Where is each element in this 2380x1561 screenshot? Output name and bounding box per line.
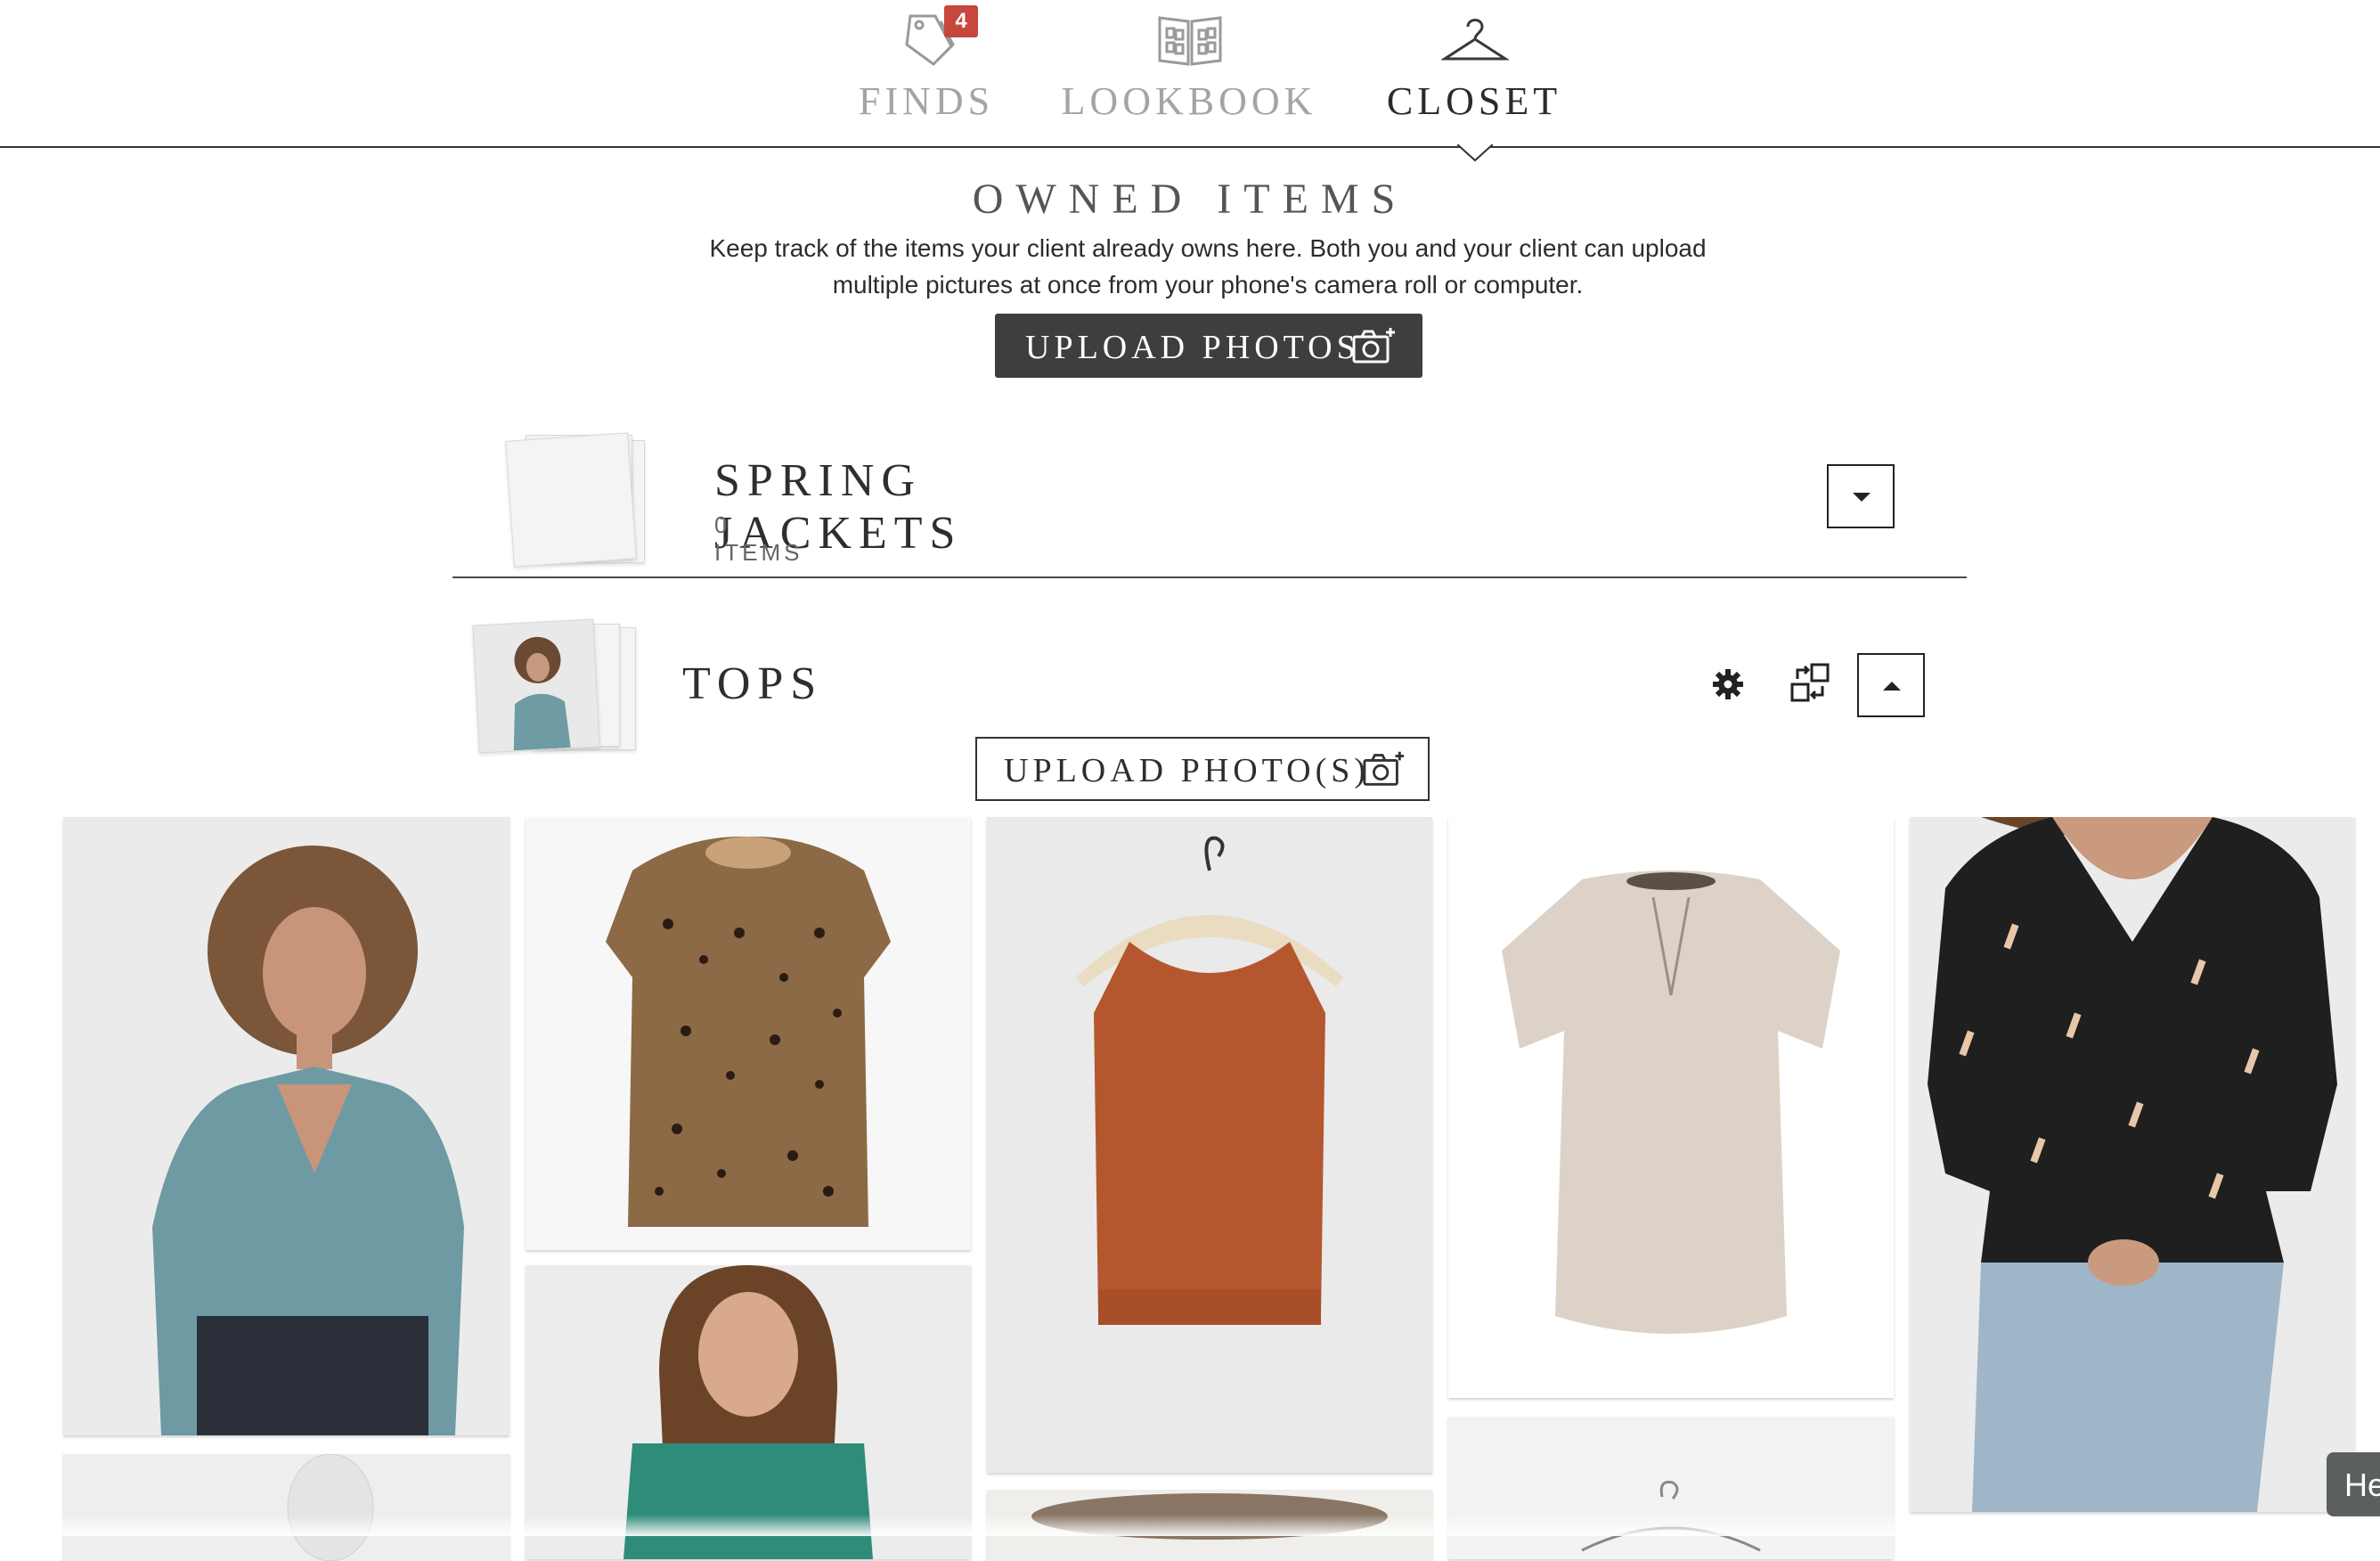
product-card[interactable]: [526, 817, 971, 1250]
product-card[interactable]: [63, 1454, 509, 1561]
camera-plus-icon: [1352, 328, 1395, 364]
move-items-button[interactable]: [1789, 661, 1831, 704]
help-button[interactable]: He: [2327, 1452, 2380, 1516]
product-card[interactable]: [987, 817, 1432, 1473]
upload-photo-s-button[interactable]: UPLOAD PHOTO(S): [975, 737, 1430, 801]
page-title: OWNED ITEMS: [972, 176, 1408, 223]
upload-photos-label: UPLOAD PHOTOS: [1025, 329, 1360, 366]
lookbook-icon: [1158, 16, 1222, 66]
product-image: [1448, 1417, 1894, 1559]
product-card[interactable]: [1448, 817, 1894, 1398]
tab-finds[interactable]: 4 FINDS: [828, 0, 1024, 125]
product-image: [526, 817, 971, 1250]
chevron-down-icon: [1853, 493, 1871, 502]
collection-item-count: 0 ITEMS: [714, 511, 803, 567]
swap-icon: [1790, 663, 1830, 702]
upload-photos-button[interactable]: UPLOAD PHOTOS: [995, 314, 1422, 378]
product-card[interactable]: [63, 817, 509, 1435]
collection-divider: [452, 576, 1967, 578]
upload-photo-s-label: UPLOAD PHOTO(S): [1004, 752, 1371, 789]
chevron-up-icon: [1883, 682, 1901, 691]
count-unit: ITEMS: [714, 539, 803, 566]
collection-name: TOPS: [682, 658, 824, 709]
gear-icon: [1713, 669, 1743, 699]
product-image: [1448, 817, 1894, 1398]
tab-closet[interactable]: CLOSET: [1372, 0, 1577, 125]
collection-thumbnail-stack: [505, 429, 677, 572]
bottom-fade: [0, 1515, 2380, 1536]
top-navigation: 4 FINDS LOOKBOOK CLOSET: [0, 0, 2380, 148]
camera-plus-icon: [1363, 751, 1405, 786]
count-number: 0: [714, 511, 731, 538]
page-description: Keep track of the items your client alre…: [709, 234, 1707, 298]
tab-lookbook-label: LOOKBOOK: [1061, 79, 1317, 123]
thumbnail-image: [513, 636, 571, 751]
hanger-icon: [1441, 19, 1509, 61]
product-image: [1910, 817, 2355, 1512]
tab-lookbook[interactable]: LOOKBOOK: [1060, 0, 1318, 125]
collection-settings-button[interactable]: [1710, 666, 1746, 702]
help-label: He: [2344, 1467, 2380, 1503]
product-card[interactable]: [1910, 817, 2355, 1512]
collection-thumbnail-stack: [472, 618, 650, 754]
product-card[interactable]: [1448, 1417, 1894, 1559]
product-image: [987, 817, 1432, 1473]
collapse-collection-button[interactable]: [1857, 653, 1925, 717]
finds-count-badge: 4: [944, 5, 978, 37]
product-image: [63, 1454, 509, 1561]
tab-closet-label: CLOSET: [1386, 79, 1562, 123]
expand-collection-button[interactable]: [1827, 464, 1895, 528]
tab-finds-label: FINDS: [858, 79, 995, 123]
product-image: [63, 817, 509, 1435]
